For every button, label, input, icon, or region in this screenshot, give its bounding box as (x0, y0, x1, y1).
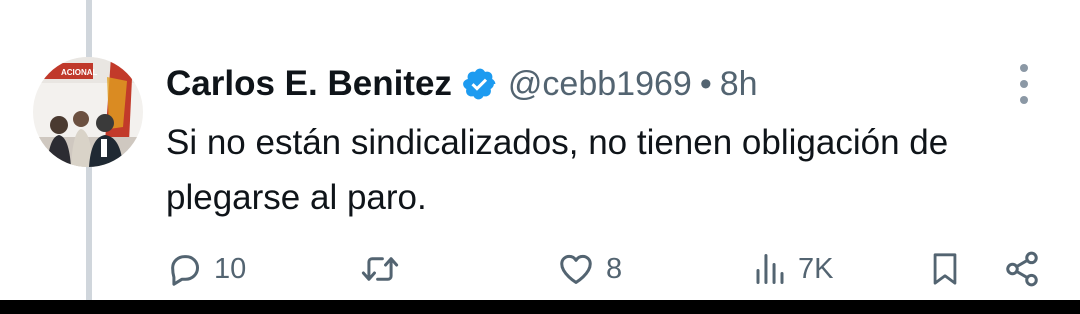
views-button[interactable]: 7K (752, 246, 833, 292)
tweet-card[interactable]: ACIONAL Carlos E. Benitez @cebb1969 • 8h… (0, 0, 1080, 300)
separator-dot: • (699, 64, 712, 103)
tweet-text: Si no están sindicalizados, no tienen ob… (166, 123, 949, 217)
more-options-icon[interactable] (1012, 64, 1036, 104)
tweet-header: Carlos E. Benitez @cebb1969 • 8h (166, 60, 758, 108)
reply-icon (166, 250, 204, 288)
avatar[interactable]: ACIONAL (33, 57, 143, 167)
views-chart-icon (752, 250, 788, 288)
verified-badge-icon (462, 66, 498, 102)
reply-count: 10 (214, 252, 247, 285)
share-icon (1002, 250, 1042, 288)
like-count: 8 (606, 252, 623, 285)
repost-icon (358, 250, 402, 288)
timestamp[interactable]: 8h (720, 65, 758, 104)
heart-icon (556, 250, 596, 288)
avatar-banner-text: ACIONAL (61, 68, 98, 77)
share-button[interactable] (1002, 246, 1042, 292)
repost-button[interactable] (358, 246, 412, 292)
view-count: 7K (798, 252, 834, 285)
bookmark-icon (928, 250, 962, 288)
author-handle[interactable]: @cebb1969 (508, 65, 692, 104)
author-name[interactable]: Carlos E. Benitez (166, 64, 452, 104)
reply-button[interactable]: 10 (166, 246, 246, 292)
bookmark-button[interactable] (928, 246, 962, 292)
system-navigation-bar (0, 300, 1080, 314)
like-button[interactable]: 8 (556, 246, 622, 292)
action-bar: 10 8 7K (0, 246, 1080, 296)
